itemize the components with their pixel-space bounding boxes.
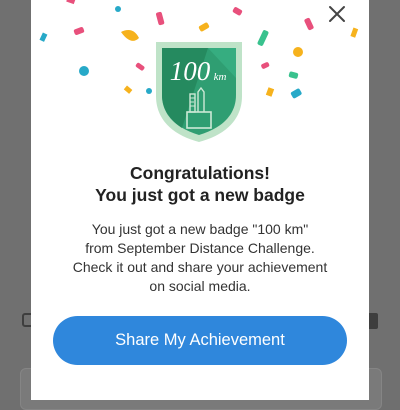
close-icon[interactable] <box>327 4 347 24</box>
modal-message: You just got a new badge "100 km" from S… <box>49 220 351 296</box>
message-line: Check it out and share your achievement <box>72 259 328 275</box>
background-app-left <box>0 0 31 400</box>
modal-title: Congratulations! You just got a new badg… <box>31 162 369 206</box>
badge-modal: 100 km Congratulations! You just got a n… <box>31 0 369 400</box>
share-achievement-button[interactable]: Share My Achievement <box>53 316 347 365</box>
message-line: from September Distance Challenge. <box>85 240 315 256</box>
message-line: You just got a new badge "100 km" <box>91 221 309 237</box>
title-line: You just got a new badge <box>95 185 305 205</box>
message-line: on social media. <box>149 278 251 294</box>
badge-100km-icon: 100 km <box>156 42 242 142</box>
svg-text:km: km <box>214 71 227 83</box>
svg-text:100: 100 <box>170 56 211 86</box>
background-app-right <box>369 0 400 400</box>
title-line: Congratulations! <box>130 163 270 183</box>
